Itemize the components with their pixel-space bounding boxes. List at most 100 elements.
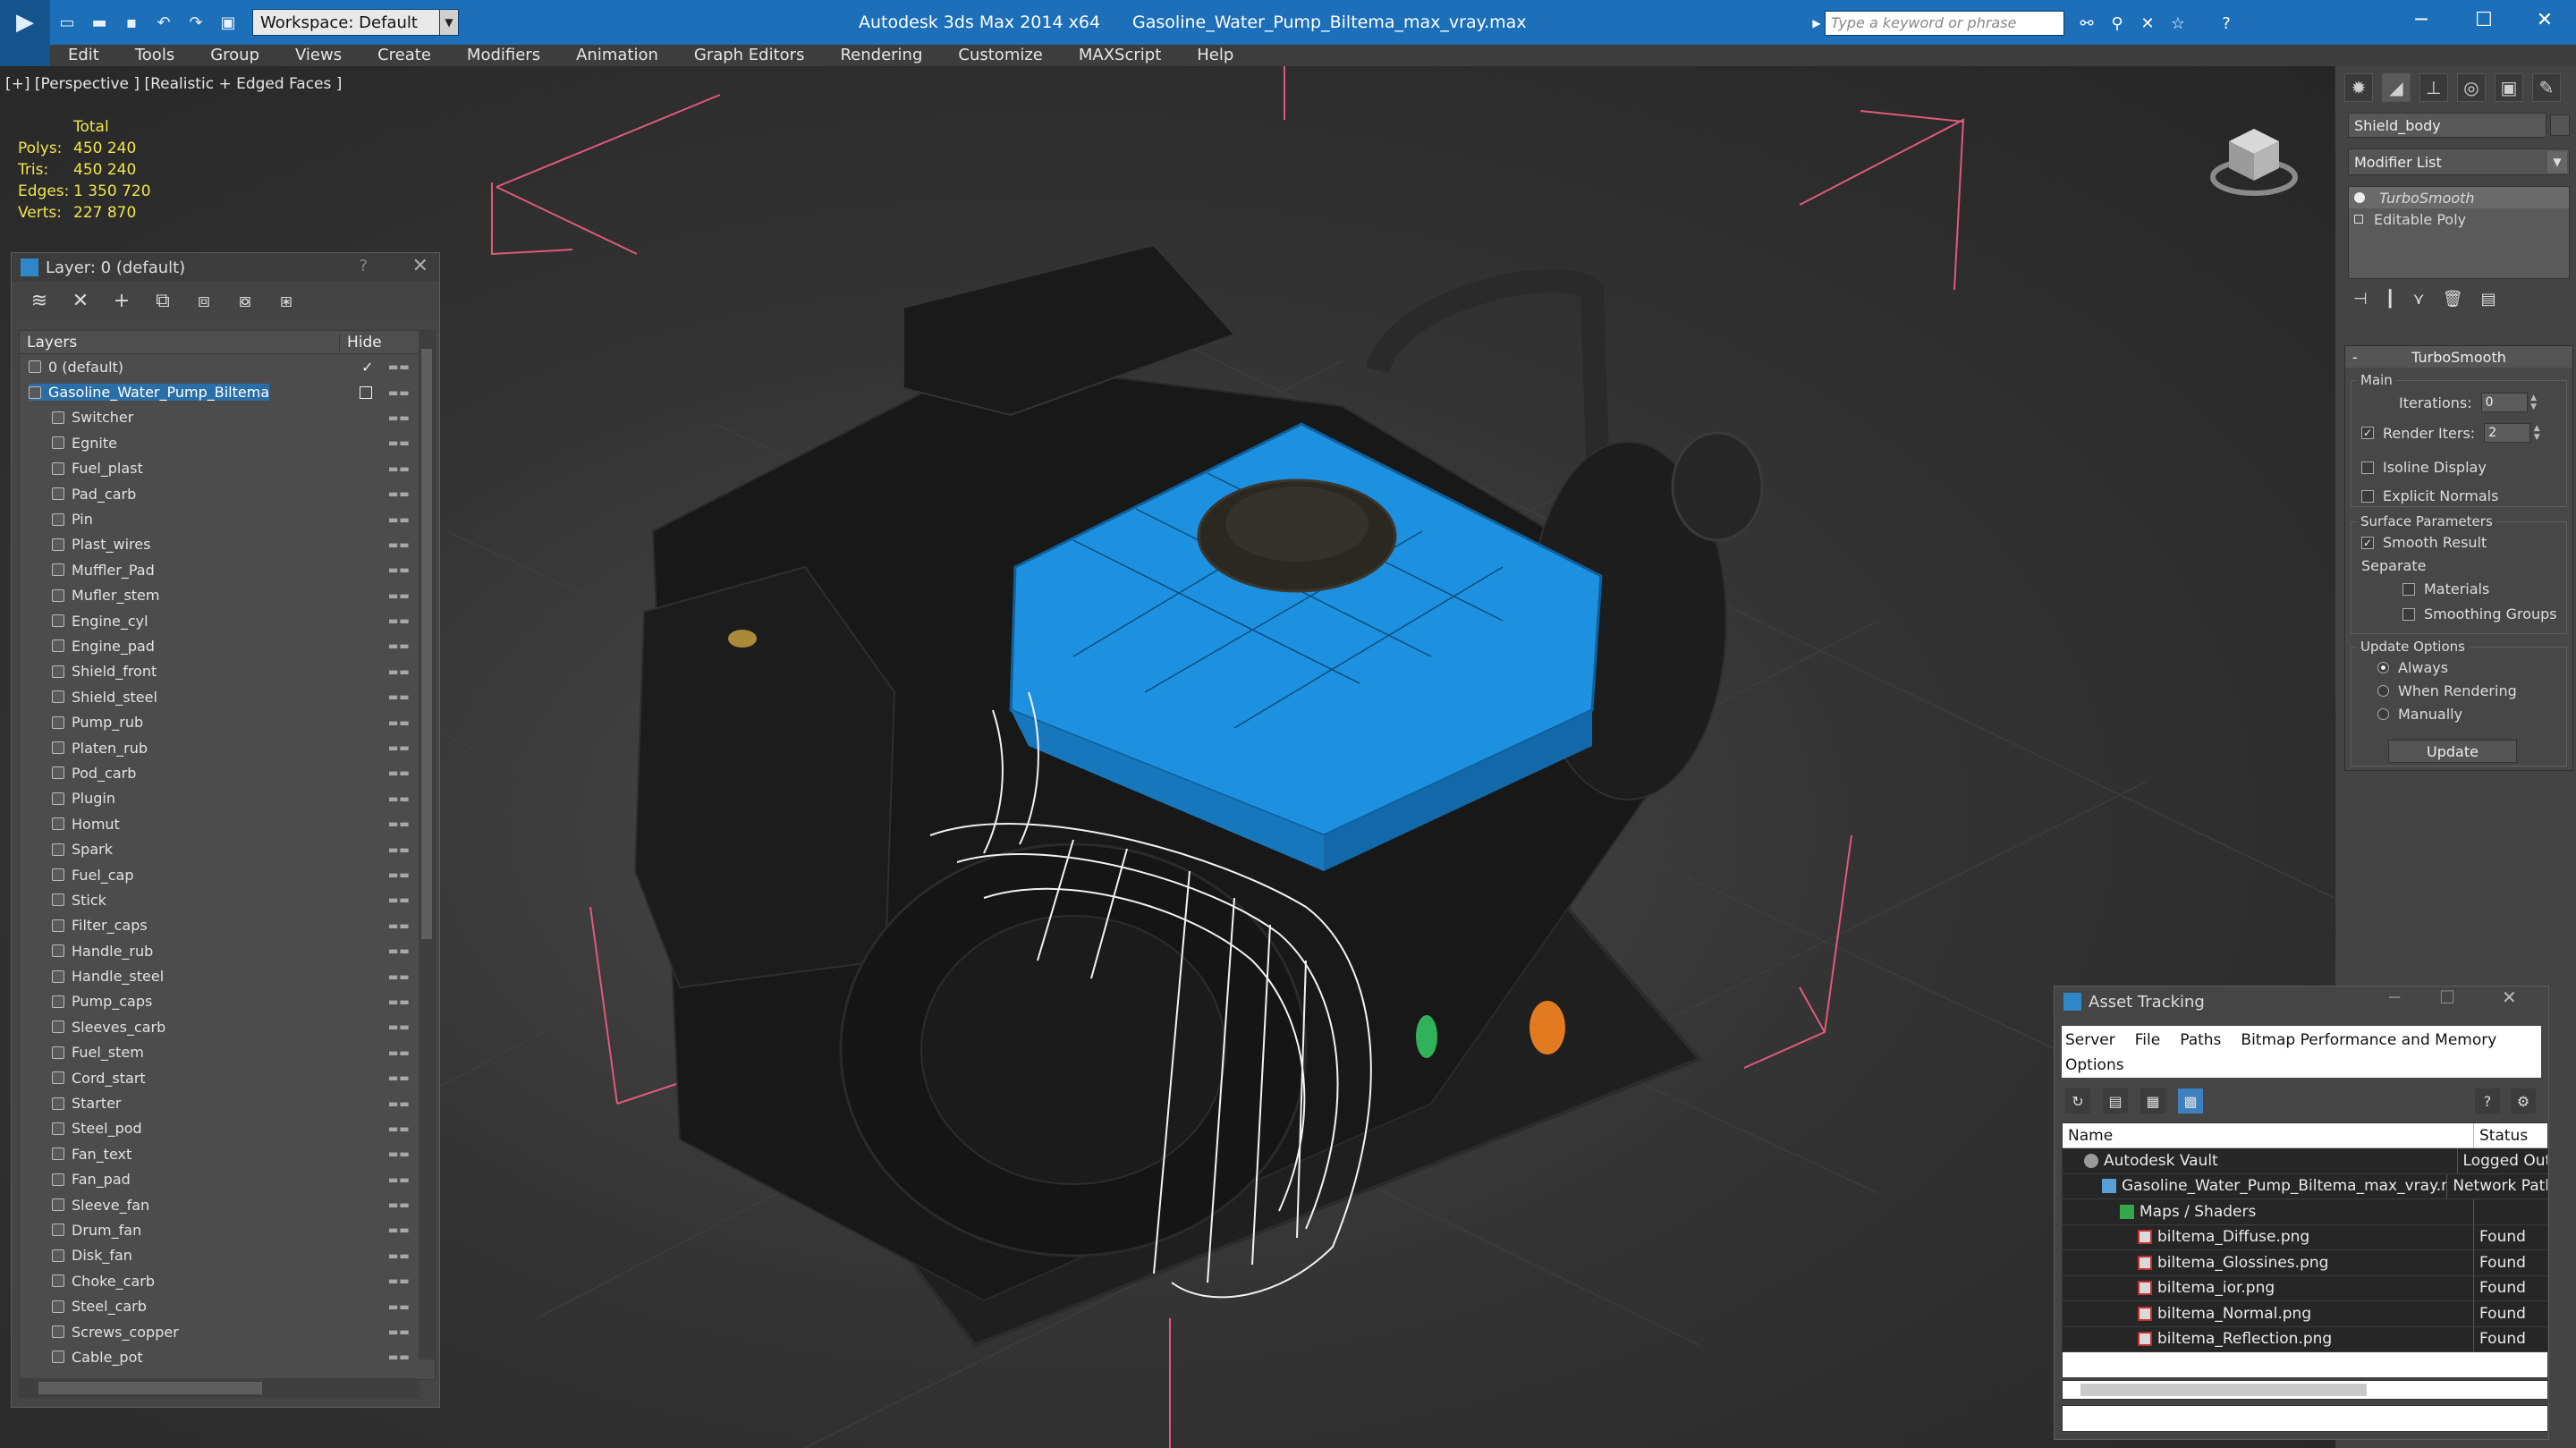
scrollbar-thumb[interactable] [2080, 1384, 2367, 1396]
materials-checkbox[interactable] [2402, 582, 2415, 596]
hide-toggle-icon[interactable]: ▬▬ [388, 817, 411, 830]
object-row[interactable]: Fuel_plast ▬▬ [20, 456, 435, 481]
isoline-display-option[interactable]: Isoline Display [2361, 459, 2487, 476]
object-row[interactable]: Pin ▬▬ [20, 506, 435, 531]
object-row[interactable]: Handle_steel ▬▬ [20, 963, 435, 988]
menu-customize[interactable]: Customize [940, 45, 1060, 66]
table-view-icon[interactable]: ▦ [2140, 1088, 2165, 1114]
list-view-icon[interactable]: ▤ [2103, 1088, 2128, 1114]
layer-row[interactable]: Gasoline_Water_Pump_Biltema ▬▬ [20, 379, 435, 404]
close-icon[interactable]: ✕ [2513, 0, 2576, 39]
hide-toggle-icon[interactable]: ▬▬ [388, 589, 411, 602]
asset-row[interactable]: Autodesk Vault Logged Out [2063, 1148, 2547, 1174]
asset-row[interactable]: biltema_Normal.png Found [2063, 1301, 2547, 1327]
workspace-dropdown[interactable]: Workspace: Default [252, 9, 440, 36]
object-row[interactable]: Fan_text ▬▬ [20, 1141, 435, 1166]
object-row[interactable]: Cable_pot ▬▬ [20, 1344, 435, 1369]
layer-item-name[interactable]: Pump_rub [52, 714, 143, 731]
asset-row[interactable]: Gasoline_Water_Pump_Biltema_max_vray.max… [2063, 1173, 2547, 1199]
stack-item-editable-poly[interactable]: Editable Poly [2349, 208, 2569, 230]
asset-row[interactable]: biltema_Diffuse.png Found [2063, 1224, 2547, 1250]
stack-item-turbosmooth[interactable]: TurboSmooth [2349, 187, 2569, 208]
lightbulb-icon[interactable] [2354, 192, 2365, 203]
layer-item-name[interactable]: Fuel_plast [52, 460, 143, 477]
refresh-icon[interactable]: ↻ [2065, 1088, 2090, 1114]
layer-item-name[interactable]: Platen_rub [52, 740, 148, 757]
manually-radio[interactable] [2377, 708, 2389, 720]
object-row[interactable]: Fan_pad ▬▬ [20, 1167, 435, 1192]
layer-item-name[interactable]: Plast_wires [52, 536, 150, 553]
asset-menu-paths[interactable]: Paths [2180, 1031, 2221, 1049]
layer-item-name[interactable]: Drum_fan [52, 1222, 141, 1239]
hide-toggle-icon[interactable]: ▬▬ [388, 741, 411, 754]
layer-item-name[interactable]: Cord_start [52, 1070, 146, 1087]
layer-item-name[interactable]: Disk_fan [52, 1247, 132, 1264]
binoculars-icon[interactable]: ⚯ [2073, 11, 2100, 36]
hide-toggle-icon[interactable]: ▬▬ [388, 1300, 411, 1313]
explicit-normals-option[interactable]: Explicit Normals [2361, 487, 2498, 504]
layer-item-name[interactable]: Handle_steel [52, 968, 164, 985]
update-button[interactable]: Update [2388, 740, 2517, 763]
hide-toggle-icon[interactable]: ▬▬ [388, 1198, 411, 1211]
asset-row[interactable]: biltema_Reflection.png Found [2063, 1326, 2547, 1352]
layer-item-name[interactable]: Fuel_cap [52, 867, 134, 884]
close-icon[interactable]: ✕ [2502, 987, 2517, 1008]
asset-row[interactable]: biltema_ior.png Found [2063, 1275, 2547, 1301]
hide-toggle-icon[interactable]: ▬▬ [388, 766, 411, 779]
hide-toggle-icon[interactable]: ▬▬ [388, 538, 411, 551]
layer-item-name[interactable]: Pin [52, 511, 93, 528]
menu-help[interactable]: Help [1179, 45, 1251, 66]
make-unique-icon[interactable]: ⋎ [2413, 290, 2425, 309]
layer-settings-icon[interactable]: ≋ [28, 289, 51, 312]
hide-toggle-icon[interactable]: ▬▬ [388, 386, 411, 399]
hide-toggle-icon[interactable]: ▬▬ [388, 970, 411, 983]
hide-toggle-icon[interactable]: ▬▬ [388, 1173, 411, 1186]
scrollbar-thumb[interactable] [38, 1382, 262, 1394]
hide-toggle-icon[interactable]: ▬▬ [388, 1249, 411, 1262]
update-always-option[interactable]: Always [2377, 659, 2448, 676]
select-objects-icon[interactable]: ⧈ [192, 289, 216, 312]
object-row[interactable]: Fuel_stem ▬▬ [20, 1040, 435, 1065]
hide-toggle-icon[interactable]: ▬▬ [388, 665, 411, 678]
subscription-icon[interactable]: ⚲ [2104, 11, 2131, 36]
hide-toggle-icon[interactable]: ▬▬ [388, 843, 411, 856]
object-row[interactable]: Filter_caps ▬▬ [20, 913, 435, 938]
spinner-arrows-icon[interactable]: ▲ ▼ [2528, 393, 2540, 412]
menu-animation[interactable]: Animation [558, 45, 676, 66]
object-row[interactable]: Shield_front ▬▬ [20, 659, 435, 684]
undo-icon[interactable]: ↶ [148, 7, 179, 38]
update-when-rendering-option[interactable]: When Rendering [2377, 682, 2517, 699]
hide-toggle-icon[interactable]: ▬▬ [388, 1325, 411, 1338]
new-file-icon[interactable]: ▭ [52, 7, 82, 38]
layer-item-name[interactable]: Filter_caps [52, 917, 148, 934]
hide-toggle-icon[interactable]: ▬▬ [388, 411, 411, 424]
hide-column-header[interactable]: Hide [340, 334, 394, 351]
object-row[interactable]: Starter ▬▬ [20, 1090, 435, 1115]
menu-maxscript[interactable]: MAXScript [1061, 45, 1179, 66]
hide-toggle-icon[interactable]: ▬▬ [388, 868, 411, 881]
collapse-icon[interactable]: - [2352, 349, 2358, 366]
layer-item-name[interactable]: Homut [52, 816, 120, 833]
highlight-layer-icon[interactable]: ⧇ [233, 289, 257, 312]
asset-menu-server[interactable]: Server [2065, 1031, 2115, 1049]
asset-row[interactable]: Maps / Shaders [2063, 1199, 2547, 1225]
render-iters-checkbox[interactable]: ✓ [2361, 427, 2374, 439]
hide-toggle-icon[interactable]: ▬▬ [388, 944, 411, 957]
help-icon[interactable]: ? [359, 257, 368, 275]
favorites-star-icon[interactable]: ☆ [2165, 11, 2191, 36]
object-row[interactable]: Choke_carb ▬▬ [20, 1268, 435, 1293]
layer-explorer-titlebar[interactable]: Layer: 0 (default) ? ✕ [12, 253, 439, 282]
layer-item-name[interactable]: Stick [52, 892, 106, 909]
hide-toggle-icon[interactable]: ▬▬ [388, 1147, 411, 1160]
hide-toggle-icon[interactable]: ▬▬ [388, 639, 411, 652]
modifier-stack[interactable]: TurboSmooth Editable Poly [2348, 186, 2570, 279]
modify-tab-icon[interactable]: ◢ [2382, 73, 2411, 102]
status-column-header[interactable]: Status [2474, 1123, 2528, 1147]
object-row[interactable]: Sleeves_carb ▬▬ [20, 1014, 435, 1039]
hide-toggle-icon[interactable]: ▬▬ [388, 893, 411, 906]
object-row[interactable]: Drum_fan ▬▬ [20, 1217, 435, 1242]
help-icon[interactable]: ? [2213, 11, 2240, 36]
remove-modifier-icon[interactable]: 🗑 [2443, 290, 2463, 309]
hide-toggle-icon[interactable]: ▬▬ [388, 436, 411, 449]
layers-column-header[interactable]: Layers [20, 333, 340, 351]
